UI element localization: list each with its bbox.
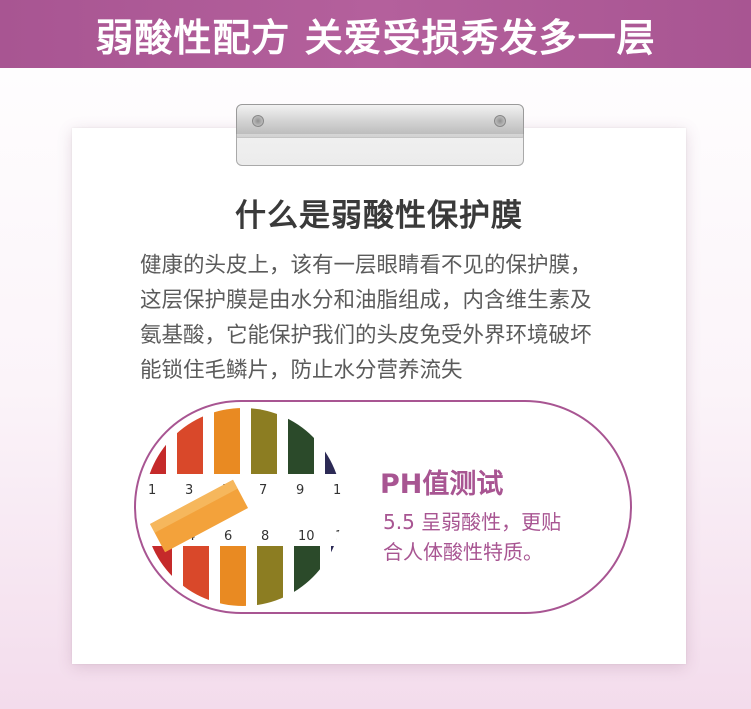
description-line: 这层保护膜是由水分和油脂组成，内含维生素及 — [140, 288, 592, 313]
clip-top — [236, 104, 524, 138]
section-title: 什么是弱酸性保护膜 — [235, 198, 523, 234]
clip-rivet-right — [494, 115, 506, 127]
ph-strip-illustration: 1357911 4681012 — [144, 408, 342, 606]
description-line: 氨基酸，它能保护我们的头皮免受外界环境破坏 — [140, 323, 592, 348]
clipboard-clip-graphic — [236, 104, 524, 166]
ph-swatch-top — [214, 408, 240, 474]
ph-swatch-bottom — [257, 546, 283, 606]
ph-scale-number-top: 3 — [185, 483, 193, 498]
ph-description-line: 合人体酸性特质。 — [383, 540, 543, 564]
top-banner: 弱酸性配方 关爱受损秀发多一层 — [0, 0, 751, 68]
ph-scale-number-top: 7 — [259, 483, 267, 498]
ph-scale-number-bottom: 10 — [298, 529, 315, 544]
ph-swatch-bottom — [220, 546, 246, 606]
banner-title: 弱酸性配方 关爱受损秀发多一层 — [95, 15, 656, 60]
ph-test-strip-image: 1357911 4681012 — [144, 408, 342, 606]
description-line: 健康的头皮上，该有一层眼睛看不见的保护膜， — [140, 253, 592, 278]
ph-scale-number-bottom: 8 — [261, 529, 269, 544]
ph-scale-number-top: 9 — [296, 483, 304, 498]
clip-rivet-left — [252, 115, 264, 127]
clip-bottom — [236, 134, 524, 166]
ph-scale-number-top: 1 — [148, 483, 156, 498]
ph-description-line: 5.5 呈弱酸性，更贴 — [383, 510, 562, 534]
ph-scale-number-bottom: 6 — [224, 529, 232, 544]
description-text: 健康的头皮上，该有一层眼睛看不见的保护膜， 这层保护膜是由水分和油脂组成，内含维… — [140, 248, 640, 388]
ph-title: PH值测试 — [380, 469, 504, 500]
ph-description: 5.5 呈弱酸性，更贴 合人体酸性特质。 — [383, 507, 561, 567]
description-line: 能锁住毛鳞片，防止水分营养流失 — [140, 358, 463, 383]
ph-swatch-top — [251, 408, 277, 474]
